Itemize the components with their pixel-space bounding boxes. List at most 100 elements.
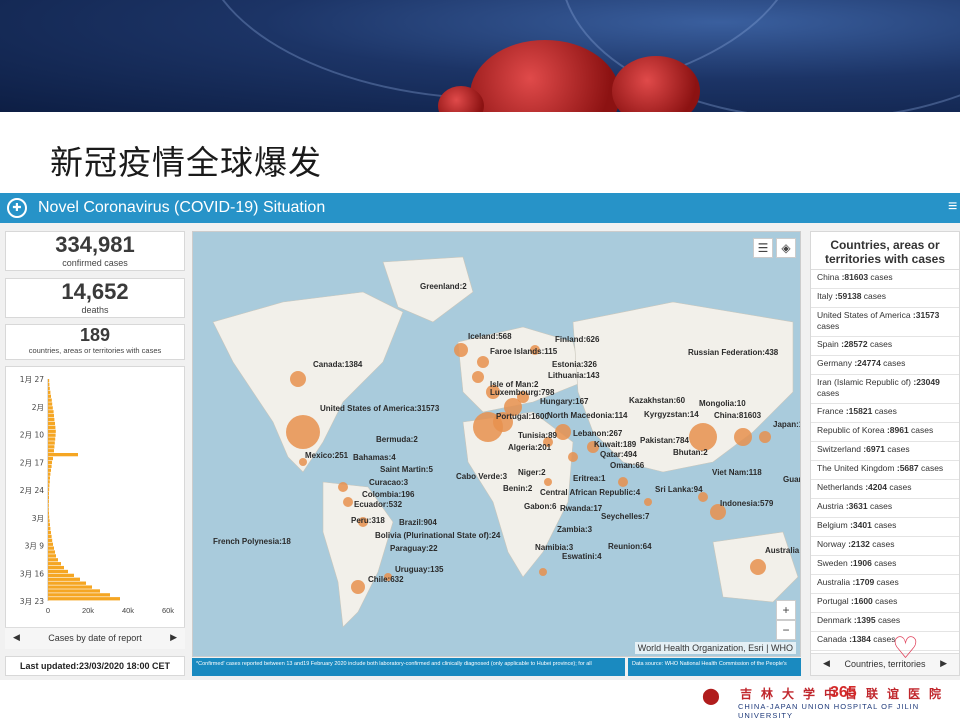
map-country-label[interactable]: Russian Federation:438 (688, 348, 778, 357)
map-country-label[interactable]: Estonia:326 (552, 360, 597, 369)
map-country-label[interactable]: Portugal:1600 (496, 412, 549, 421)
map-country-label[interactable]: Saint Martin:5 (380, 465, 433, 474)
country-list-item[interactable]: Netherlands :4204 cases (811, 480, 959, 499)
map-country-label[interactable]: Eritrea:1 (573, 474, 605, 483)
map-country-label[interactable]: Faroe Islands:115 (490, 347, 557, 356)
map-country-label[interactable]: Kazakhstan:60 (629, 396, 685, 405)
world-map[interactable]: ☰ ◈ + − World Health Organization, Esri … (192, 231, 801, 657)
country-list-item[interactable]: Germany :24774 cases (811, 356, 959, 375)
map-country-label[interactable]: Kyrgyzstan:14 (644, 410, 699, 419)
map-country-label[interactable]: Guam (783, 475, 800, 484)
country-list-item[interactable]: Australia :1709 cases (811, 575, 959, 594)
map-country-label[interactable]: Hungary:167 (540, 397, 588, 406)
map-country-label[interactable]: Rwanda:17 (560, 504, 602, 513)
map-country-label[interactable]: Lebanon:267 (573, 429, 622, 438)
map-country-label[interactable]: Central African Republic:4 (540, 488, 640, 497)
layers-icon[interactable]: ◈ (776, 238, 796, 258)
case-bubble[interactable] (759, 431, 771, 443)
map-country-label[interactable]: Mongolia:10 (699, 399, 746, 408)
map-country-label[interactable]: Reunion:64 (608, 542, 652, 551)
map-country-label[interactable]: Luxembourg:798 (490, 388, 554, 397)
map-country-label[interactable]: Bermuda:2 (376, 435, 418, 444)
case-bubble[interactable] (343, 497, 353, 507)
map-country-label[interactable]: North Macedonia:114 (547, 411, 627, 420)
map-country-label[interactable]: Indonesia:579 (720, 499, 773, 508)
map-country-label[interactable]: Benin:2 (503, 484, 532, 493)
case-bubble[interactable] (618, 477, 628, 487)
map-country-label[interactable]: Brazil:904 (399, 518, 437, 527)
map-country-label[interactable]: Mexico:251 (305, 451, 348, 460)
country-list-item[interactable]: Canada :1384 cases (811, 632, 959, 651)
zoom-out-button[interactable]: − (776, 620, 796, 640)
map-country-label[interactable]: French Polynesia:18 (213, 537, 291, 546)
chevron-right-icon[interactable]: ▶ (170, 632, 177, 643)
case-bubble[interactable] (750, 559, 766, 575)
map-country-label[interactable]: Oman:66 (610, 461, 644, 470)
map-country-label[interactable]: Viet Nam:118 (712, 468, 762, 477)
map-country-label[interactable]: Niger:2 (518, 468, 546, 477)
country-list-item[interactable]: France :15821 cases (811, 404, 959, 423)
map-country-label[interactable]: Algeria:201 (508, 443, 551, 452)
map-country-label[interactable]: Lithuania:143 (548, 371, 600, 380)
map-country-label[interactable]: Uruguay:135 (395, 565, 443, 574)
map-country-label[interactable]: Seychelles:7 (601, 512, 649, 521)
country-list-item[interactable]: Belgium :3401 cases (811, 518, 959, 537)
country-list-item[interactable]: Denmark :1395 cases (811, 613, 959, 632)
case-bubble[interactable] (290, 371, 306, 387)
country-list-item[interactable]: Norway :2132 cases (811, 537, 959, 556)
country-list-item[interactable]: The United Kingdom :5687 cases (811, 461, 959, 480)
country-list-item[interactable]: United States of America :31573 cases (811, 308, 959, 337)
country-list-item[interactable]: Switzerland :6971 cases (811, 442, 959, 461)
country-list-item[interactable]: Italy :59138 cases (811, 289, 959, 308)
map-country-label[interactable]: Colombia:196 (362, 490, 414, 499)
case-bubble[interactable] (644, 498, 652, 506)
menu-icon[interactable]: ≡ (948, 199, 958, 215)
case-bubble[interactable] (351, 580, 365, 594)
country-list-item[interactable]: Austria :3631 cases (811, 499, 959, 518)
map-country-label[interactable]: Namibia:3 (535, 543, 573, 552)
case-bubble[interactable] (544, 478, 552, 486)
country-list-item[interactable]: Republic of Korea :8961 cases (811, 423, 959, 442)
map-country-label[interactable]: Sri Lanka:94 (655, 485, 703, 494)
country-list-item[interactable]: Spain :28572 cases (811, 337, 959, 356)
map-country-label[interactable]: Iceland:568 (468, 332, 512, 341)
country-list-item[interactable]: Iran (Islamic Republic of) :23049 cases (811, 375, 959, 404)
map-country-label[interactable]: Eswatini:4 (562, 552, 602, 561)
map-country-label[interactable]: Australia (765, 546, 799, 555)
map-country-label[interactable]: Canada:1384 (313, 360, 362, 369)
case-bubble[interactable] (472, 371, 484, 383)
map-country-label[interactable]: Curacao:3 (369, 478, 408, 487)
map-country-label[interactable]: Finland:626 (555, 335, 599, 344)
map-country-label[interactable]: Bolivia (Plurinational State of):24 (375, 531, 500, 540)
map-country-label[interactable]: Gabon:6 (524, 502, 556, 511)
country-list-item[interactable]: Sweden :1906 cases (811, 556, 959, 575)
case-bubble[interactable] (568, 452, 578, 462)
map-country-label[interactable]: Bahamas:4 (353, 453, 396, 462)
map-country-label[interactable]: Bhutan:2 (673, 448, 708, 457)
country-list-item[interactable]: Portugal :1600 cases (811, 594, 959, 613)
map-country-label[interactable]: United States of America:31573 (320, 404, 439, 413)
case-bubble[interactable] (555, 424, 571, 440)
map-country-label[interactable]: Peru:318 (351, 516, 385, 525)
case-bubble[interactable] (338, 482, 348, 492)
legend-icon[interactable]: ☰ (753, 238, 773, 258)
chevron-right-icon[interactable]: ▶ (940, 658, 947, 669)
case-bubble[interactable] (477, 356, 489, 368)
country-list-item[interactable]: China :81603 cases (811, 270, 959, 289)
map-country-label[interactable]: Zambia:3 (557, 525, 592, 534)
zoom-in-button[interactable]: + (776, 600, 796, 620)
case-bubble[interactable] (454, 343, 468, 357)
map-country-label[interactable]: Qatar:494 (600, 450, 637, 459)
map-country-label[interactable]: Cabo Verde:3 (456, 472, 507, 481)
map-country-label[interactable]: Pakistan:784 (640, 436, 689, 445)
map-country-label[interactable]: Tunisia:89 (518, 431, 557, 440)
case-bubble[interactable] (539, 568, 547, 576)
case-bubble[interactable] (286, 415, 320, 449)
map-country-label[interactable]: Kuwait:189 (594, 440, 636, 449)
map-country-label[interactable]: Chile:632 (368, 575, 404, 584)
map-country-label[interactable]: Japan:1 (773, 420, 800, 429)
case-bubble[interactable] (689, 423, 717, 451)
case-bubble[interactable] (734, 428, 752, 446)
map-country-label[interactable]: China:81603 (714, 411, 761, 420)
map-country-label[interactable]: Paraguay:22 (390, 544, 438, 553)
